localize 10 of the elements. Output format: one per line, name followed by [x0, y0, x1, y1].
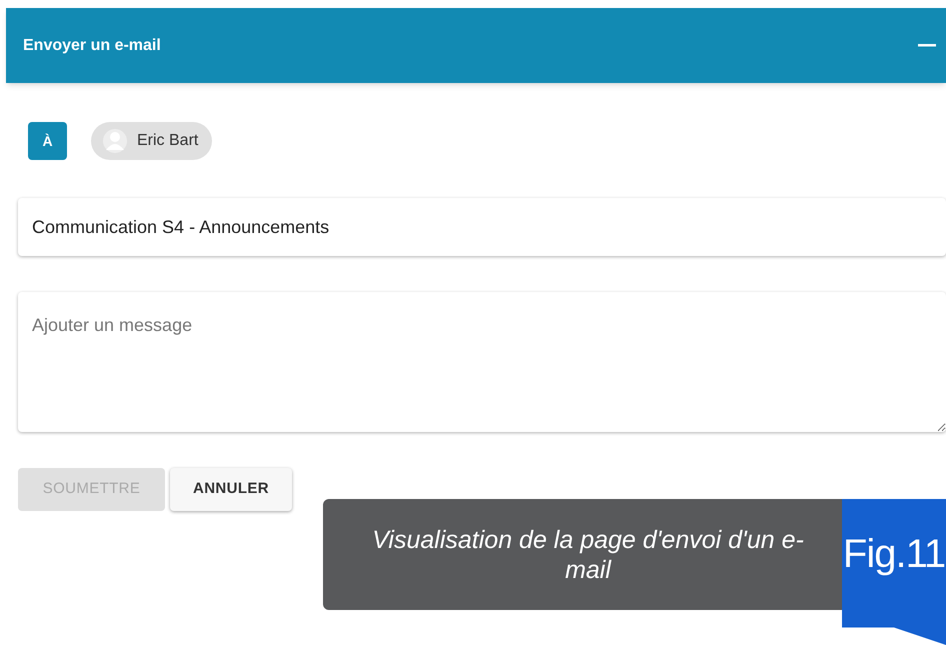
message-field[interactable]: Ajouter un message [18, 292, 946, 432]
panel-title: Envoyer un e-mail [23, 36, 161, 56]
caption-text: Visualisation de la page d'envoi d'un e-mail [371, 524, 805, 584]
user-avatar-icon [103, 128, 127, 154]
recipient-label: À [28, 122, 67, 160]
figure-label: Fig.11 [842, 531, 946, 578]
subject-field[interactable]: Communication S4 - Announcements [18, 198, 946, 256]
form-button[interactable]: ANNULER [170, 468, 292, 511]
recipient-chip[interactable]: Eric Bart [91, 122, 212, 160]
collapse-icon[interactable] [918, 44, 936, 47]
